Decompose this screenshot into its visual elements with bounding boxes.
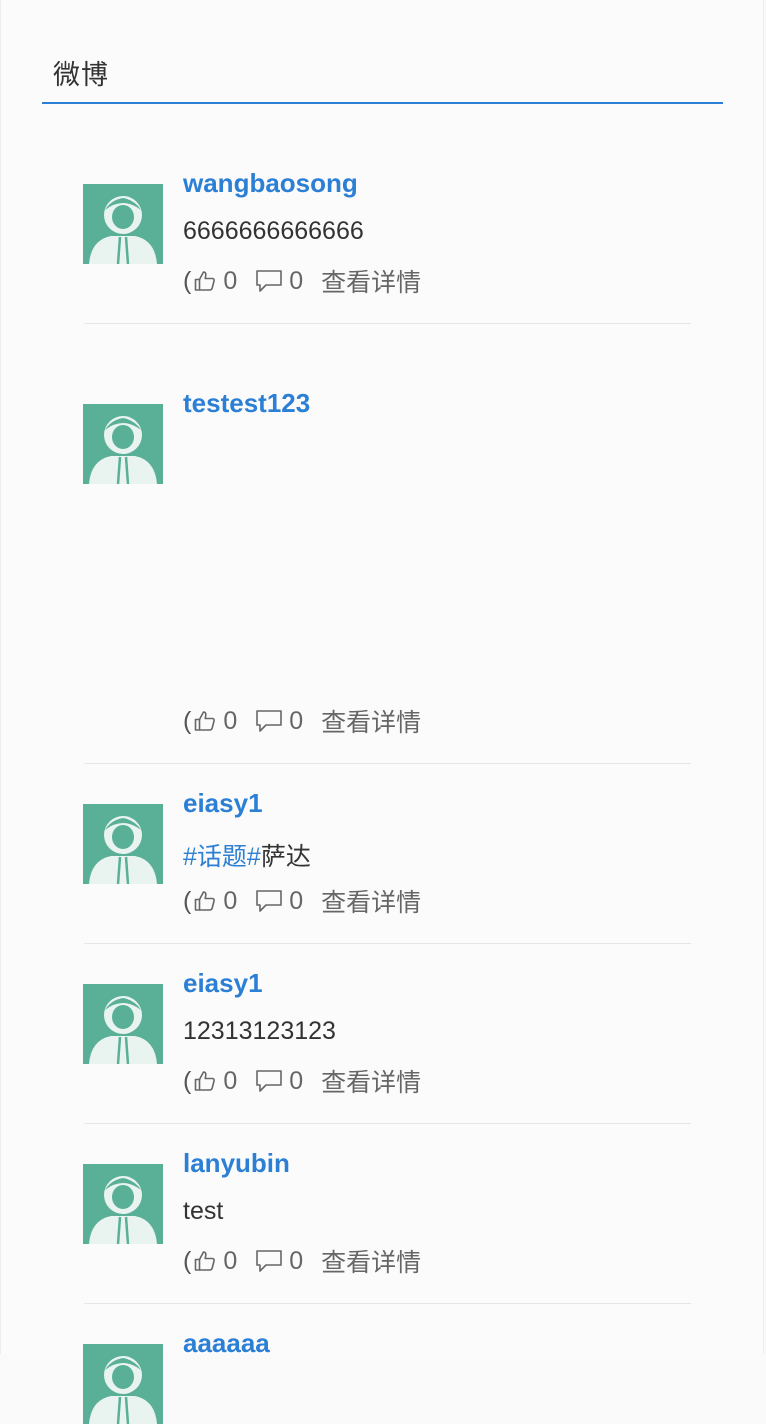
post-actions: ( 0 0 查看详情 (183, 264, 421, 298)
post-actions: ( 0 0 查看详情 (183, 1244, 421, 1278)
like-button[interactable]: 0 (193, 707, 255, 736)
comment-button[interactable]: 0 (255, 707, 321, 736)
like-count: 0 (223, 706, 238, 735)
paren-glyph: ( (183, 1246, 192, 1275)
comment-count: 0 (289, 1066, 304, 1095)
comment-button[interactable]: 0 (255, 267, 321, 296)
panel-header: 微博 (42, 40, 723, 104)
like-count: 0 (223, 1066, 238, 1095)
weibo-panel: 微博 wangbaosong 6666666666666 ( 0 0 查看详情 (0, 0, 764, 1424)
user-avatar[interactable] (83, 404, 163, 484)
comment-button[interactable]: 0 (255, 887, 321, 916)
post-username[interactable]: wangbaosong (183, 168, 358, 199)
post-content: test (183, 1197, 224, 1225)
paren-glyph: ( (183, 1066, 192, 1095)
post-item: wangbaosong 6666666666666 ( 0 0 查看详情 (1, 104, 766, 324)
user-avatar[interactable] (83, 1344, 163, 1424)
view-detail-link[interactable]: 查看详情 (321, 1243, 421, 1279)
thumbs-up-icon (193, 269, 217, 293)
post-content: #话题#萨达 (183, 837, 311, 873)
view-detail-link[interactable]: 查看详情 (321, 263, 421, 299)
paren-glyph: ( (183, 886, 192, 915)
view-detail-link[interactable]: 查看详情 (321, 703, 421, 739)
paren-glyph: ( (183, 706, 192, 735)
post-item: eiasy1 12313123123 ( 0 0 查看详情 (1, 944, 766, 1124)
post-actions: ( 0 0 查看详情 (183, 704, 421, 738)
thumbs-up-icon (193, 889, 217, 913)
topic-tag[interactable]: #话题# (183, 843, 261, 871)
post-feed: wangbaosong 6666666666666 ( 0 0 查看详情 tes… (1, 104, 766, 1424)
like-button[interactable]: 0 (193, 1247, 255, 1276)
post-text: 萨达 (260, 843, 311, 871)
post-actions: ( 0 0 查看详情 (183, 1064, 421, 1098)
post-username[interactable]: eiasy1 (183, 968, 263, 999)
comment-count: 0 (289, 706, 304, 735)
like-button[interactable]: 0 (193, 267, 255, 296)
comment-bubble-icon (255, 269, 283, 293)
post-content: 6666666666666 (183, 217, 364, 245)
comment-count: 0 (289, 1246, 304, 1275)
comment-bubble-icon (255, 1249, 283, 1273)
post-item: aaaaaa (1, 1304, 766, 1424)
like-count: 0 (223, 266, 238, 295)
comment-count: 0 (289, 266, 304, 295)
thumbs-up-icon (193, 1249, 217, 1273)
post-item: testest123 ( 0 0 查看详情 (1, 324, 766, 764)
post-item: lanyubin test ( 0 0 查看详情 (1, 1124, 766, 1304)
user-avatar[interactable] (83, 184, 163, 264)
post-actions: ( 0 0 查看详情 (183, 884, 421, 918)
post-username[interactable]: aaaaaa (183, 1328, 270, 1359)
paren-glyph: ( (183, 266, 192, 295)
view-detail-link[interactable]: 查看详情 (321, 883, 421, 919)
post-item: eiasy1 #话题#萨达 ( 0 0 查看详情 (1, 764, 766, 944)
panel-title: 微博 (53, 60, 109, 91)
like-count: 0 (223, 1246, 238, 1275)
post-username[interactable]: lanyubin (183, 1148, 290, 1179)
post-content: 12313123123 (183, 1017, 336, 1045)
user-avatar[interactable] (83, 804, 163, 884)
comment-count: 0 (289, 886, 304, 915)
post-username[interactable]: testest123 (183, 388, 310, 419)
comment-bubble-icon (255, 1069, 283, 1093)
thumbs-up-icon (193, 709, 217, 733)
post-username[interactable]: eiasy1 (183, 788, 263, 819)
comment-bubble-icon (255, 709, 283, 733)
comment-bubble-icon (255, 889, 283, 913)
comment-button[interactable]: 0 (255, 1067, 321, 1096)
like-button[interactable]: 0 (193, 887, 255, 916)
thumbs-up-icon (193, 1069, 217, 1093)
comment-button[interactable]: 0 (255, 1247, 321, 1276)
user-avatar[interactable] (83, 1164, 163, 1244)
like-count: 0 (223, 886, 238, 915)
view-detail-link[interactable]: 查看详情 (321, 1063, 421, 1099)
like-button[interactable]: 0 (193, 1067, 255, 1096)
user-avatar[interactable] (83, 984, 163, 1064)
